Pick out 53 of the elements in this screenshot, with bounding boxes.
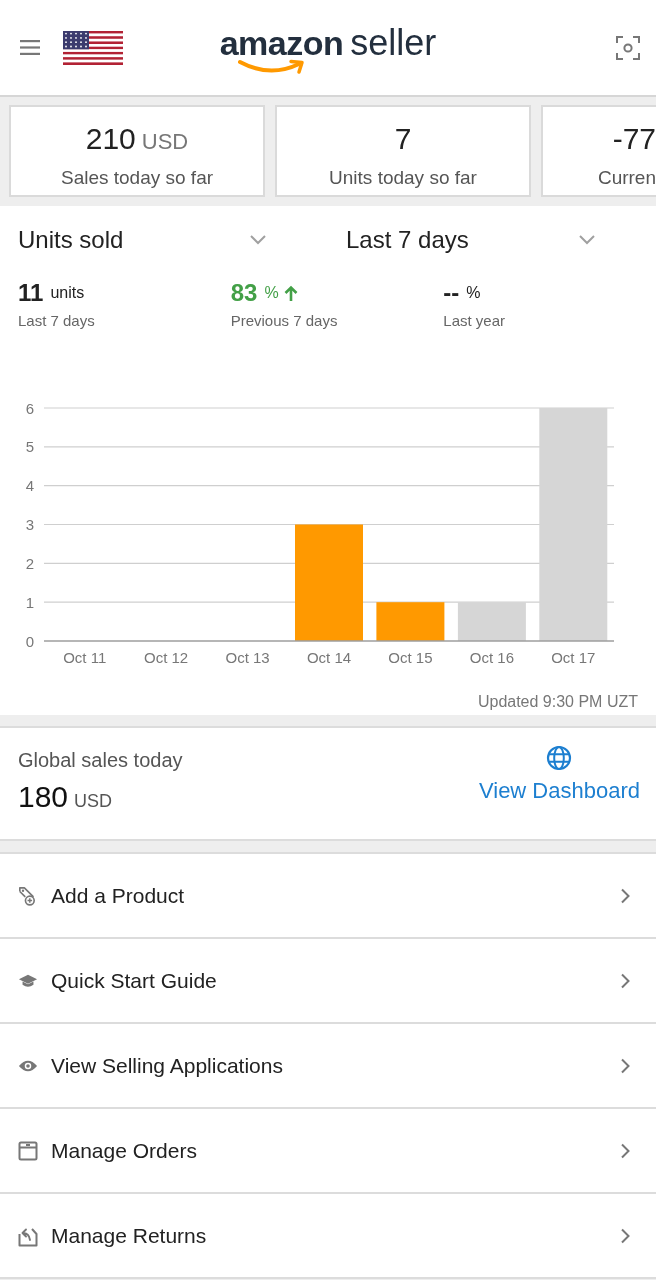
x-axis-label: Oct 17 <box>551 649 596 666</box>
chevron-down-icon <box>250 235 266 245</box>
kpi-value: 7 <box>394 122 412 155</box>
global-sales-title: Global sales today <box>18 748 183 772</box>
kpi-label: Units today so far <box>329 166 477 190</box>
stat-unit: % <box>466 283 481 303</box>
chevron-right-icon <box>620 887 630 904</box>
chevron-right-icon <box>620 1142 630 1159</box>
dropdown-button[interactable]: Units sold <box>18 226 266 254</box>
updated-time: Updated 9:30 PM UZT <box>477 692 638 712</box>
x-axis-label: Oct 16 <box>469 649 514 666</box>
globe-icon <box>546 745 573 771</box>
logo-suffix: seller <box>350 22 437 63</box>
stat-caption: Last year <box>443 311 506 331</box>
global-sales-value: 180 <box>18 780 69 813</box>
chevron-right-icon <box>620 972 630 989</box>
dropdown-button[interactable]: Last 7 days <box>346 226 595 254</box>
kpi-value: 210 <box>85 122 136 155</box>
y-axis-label: 5 <box>25 438 34 456</box>
kpi-label: Sales today so far <box>60 166 214 190</box>
smile-arrow-icon <box>237 58 306 75</box>
menu-icon[interactable] <box>20 40 40 55</box>
chevron-right-icon <box>620 1057 630 1074</box>
tag-icon <box>18 884 38 907</box>
y-axis-label: 2 <box>25 554 34 572</box>
y-axis-label: 3 <box>25 516 34 533</box>
box-icon <box>18 1140 38 1161</box>
global-sales-unit: USD <box>74 791 113 811</box>
x-axis-label: Oct 12 <box>144 649 189 666</box>
stat-unit: % <box>264 283 279 303</box>
x-axis-label: Oct 11 <box>63 649 107 666</box>
stat-value: 83 <box>230 278 258 308</box>
logo-wordmark: amazon <box>219 23 344 62</box>
flag-icon[interactable] <box>63 30 123 65</box>
stat-value: -- <box>443 278 460 308</box>
y-axis-label: 1 <box>25 593 34 611</box>
chevron-right-icon <box>620 1227 630 1244</box>
y-axis-label: 0 <box>25 632 34 650</box>
y-axis-label: 6 <box>25 399 34 417</box>
x-axis-label: Oct 13 <box>225 649 270 666</box>
stat-caption: Previous 7 days <box>230 311 338 331</box>
view-dashboard-link[interactable]: View Dashboard <box>478 745 640 804</box>
kpi-label: Curren <box>597 166 656 190</box>
chevron-down-icon <box>579 235 595 245</box>
kpi-value: -77 <box>612 122 656 155</box>
kpi-unit: USD <box>141 129 189 154</box>
stat-caption: Last 7 days <box>18 311 95 331</box>
stat-unit: units <box>50 283 85 303</box>
scan-icon[interactable] <box>616 35 640 60</box>
x-axis-label: Oct 14 <box>306 649 352 666</box>
y-axis-label: 4 <box>25 477 34 495</box>
stat-value: 11 <box>18 278 44 308</box>
x-axis-label: Oct 15 <box>388 649 433 666</box>
